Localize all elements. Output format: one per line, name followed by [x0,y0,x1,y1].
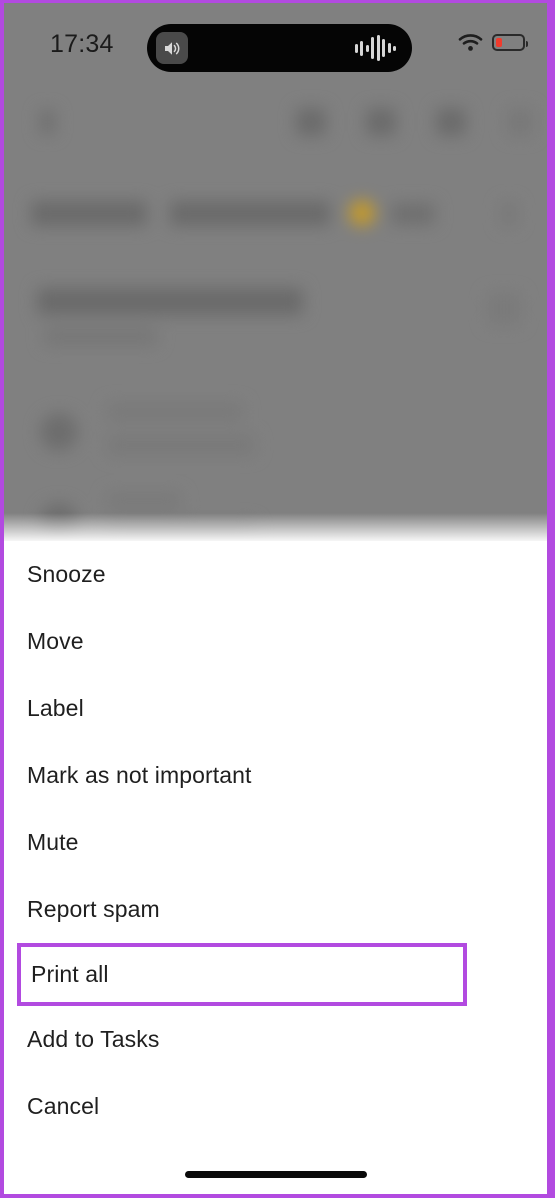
menu-item-label: Mute [27,829,79,855]
message-line [107,403,243,421]
blurred-gmail-backdrop [4,3,547,543]
dynamic-island[interactable] [147,24,412,72]
inbox-label-tag [501,202,517,226]
menu-item-snooze[interactable]: Snooze [4,541,547,608]
sender-subtitle-line [44,328,157,345]
menu-item-label: Mark as not important [27,762,252,788]
backdrop-fade-gradient [4,513,547,543]
delete-icon[interactable] [366,108,396,136]
more-options-icon[interactable] [507,108,533,136]
menu-item-label: Add to Tasks [27,1026,160,1052]
battery-fill-level [496,38,502,47]
audio-waveform-icon [354,35,396,61]
menu-item-mute[interactable]: Mute [4,809,547,876]
star-icon[interactable] [349,200,375,226]
subject-text-part-2 [170,201,330,226]
battery-low-icon [492,34,528,51]
back-arrow-icon[interactable] [40,110,55,134]
speaker-volume-icon [156,32,188,64]
wifi-icon [458,34,483,51]
menu-item-mark-not-important[interactable]: Mark as not important [4,742,547,809]
subject-text-part-1 [31,201,147,226]
status-bar-indicators [458,33,528,52]
message-line [107,435,255,455]
menu-item-cancel[interactable]: Cancel [4,1073,547,1140]
avatar [40,413,78,451]
menu-item-report-spam[interactable]: Report spam [4,876,547,943]
message-line [107,493,181,509]
menu-item-label: Move [27,628,84,654]
mark-unread-icon[interactable] [436,108,466,136]
menu-item-add-to-tasks[interactable]: Add to Tasks [4,1006,547,1073]
menu-item-label: Report spam [27,896,160,922]
archive-icon[interactable] [296,108,326,136]
mail-toolbar [4,98,547,160]
menu-item-label: Cancel [27,1093,100,1119]
status-bar: 17:34 [4,3,547,81]
menu-item-label[interactable]: Label [4,675,547,742]
status-bar-clock: 17:34 [50,30,114,58]
sender-name-line [37,288,303,315]
menu-item-print-all[interactable]: Print all [17,943,467,1006]
menu-item-label: Snooze [27,561,106,587]
home-indicator[interactable] [184,1171,367,1178]
menu-item-move[interactable]: Move [4,608,547,675]
mail-subject-row [4,191,547,237]
thread-count-badge [391,203,435,225]
action-sheet-menu: Snooze Move Label Mark as not important … [4,541,547,1194]
menu-item-label: Label [27,695,84,721]
annotated-phone-screenshot-frame: 17:34 Snooze Move Label Mark as not impo… [0,0,555,1198]
sender-action-icon[interactable] [487,293,521,325]
menu-item-label: Print all [31,961,109,987]
